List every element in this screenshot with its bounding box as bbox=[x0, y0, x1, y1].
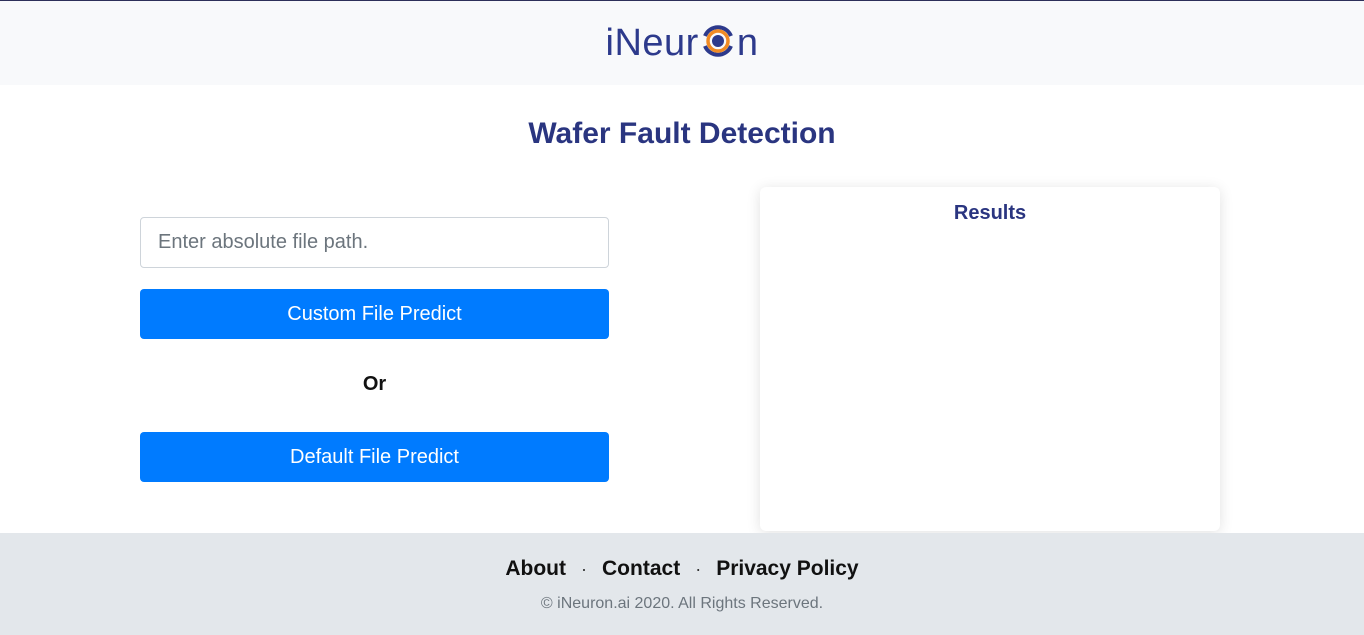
logo-text-prefix: iNeur bbox=[605, 22, 699, 64]
custom-file-predict-button[interactable]: Custom File Predict bbox=[140, 289, 609, 339]
header: iNeur n bbox=[0, 1, 1364, 85]
results-panel: Results bbox=[760, 187, 1220, 531]
page-title: Wafer Fault Detection bbox=[528, 117, 836, 150]
copyright-text: © iNeuron.ai 2020. All Rights Reserved. bbox=[540, 595, 824, 612]
footer: About · Contact · Privacy Policy © iNeur… bbox=[0, 533, 1364, 635]
footer-link-about[interactable]: About bbox=[505, 557, 566, 581]
footer-separator: · bbox=[581, 558, 588, 579]
results-title: Results bbox=[953, 202, 1027, 224]
logo-text-suffix: n bbox=[736, 22, 759, 64]
logo-o-icon bbox=[700, 19, 736, 63]
footer-separator: · bbox=[695, 558, 702, 579]
or-label: Or bbox=[362, 373, 387, 395]
ineuron-logo[interactable]: iNeur n bbox=[606, 18, 759, 68]
file-path-input[interactable] bbox=[140, 217, 609, 268]
footer-link-privacy-policy[interactable]: Privacy Policy bbox=[716, 557, 858, 581]
prediction-form: Custom File Predict Or Default File Pred… bbox=[140, 217, 609, 482]
footer-link-contact[interactable]: Contact bbox=[602, 557, 680, 581]
default-file-predict-button[interactable]: Default File Predict bbox=[140, 432, 609, 482]
footer-links: About · Contact · Privacy Policy bbox=[0, 557, 1364, 581]
